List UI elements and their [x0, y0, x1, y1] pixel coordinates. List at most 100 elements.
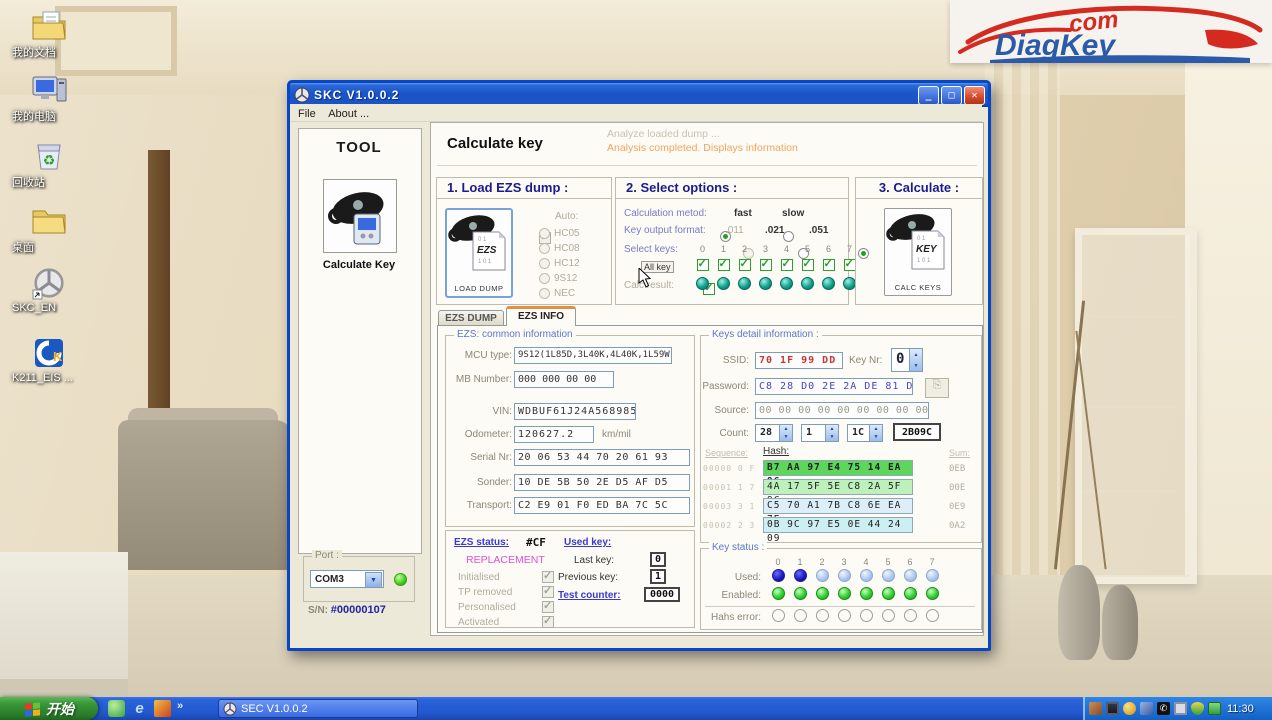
source-field[interactable]: 00 00 00 00 00 00 00 00 00	[755, 402, 929, 419]
key-checkbox-6[interactable]	[822, 257, 835, 271]
vin-label: VIN:	[492, 406, 512, 417]
key-checkboxes-row	[692, 257, 860, 271]
window-tray-icon[interactable]	[1174, 702, 1187, 715]
odometer-field[interactable]: 120627.2	[514, 426, 594, 443]
key-checkbox-5[interactable]	[801, 257, 814, 271]
sn-value: #00000107	[330, 604, 386, 616]
recycle-bin-icon: ♻	[12, 138, 86, 172]
spinner-arrows-icon[interactable]: ▲ ▼	[825, 425, 838, 441]
app-shortcut-icon[interactable]	[154, 700, 171, 717]
key-checkbox-3[interactable]	[759, 257, 772, 271]
mcu-option-hc08[interactable]: HC08	[539, 243, 580, 254]
desktop-icon-label: 回收站	[12, 177, 45, 189]
key-checkbox-2[interactable]	[738, 257, 751, 271]
used-led-6	[903, 569, 917, 582]
mcu-option-hc05[interactable]: HC05	[539, 228, 580, 239]
calculate-key-tool-button[interactable]	[323, 179, 397, 253]
key-checkbox-1[interactable]	[717, 257, 730, 271]
key-nr-spinner[interactable]: 0 ▲ ▼	[891, 348, 923, 372]
media-player-icon[interactable]	[108, 700, 125, 717]
desktop-icon-my-computer[interactable]: 我的电脑	[12, 72, 86, 123]
spinner-arrows-icon[interactable]: ▲ ▼	[869, 425, 882, 441]
calc-result-led-2	[738, 277, 751, 290]
key-status-number: 2	[819, 557, 825, 567]
minimize-button[interactable]: _	[918, 85, 939, 105]
desktop-icon-folder[interactable]: 桌面	[12, 203, 86, 254]
background-coffee-table	[0, 552, 128, 697]
paint-tray-icon[interactable]	[1089, 702, 1102, 715]
quick-launch-overflow-chevron[interactable]: »	[177, 700, 183, 717]
desktop-icon-my-documents[interactable]: 我的文档	[12, 8, 86, 59]
select-options-group: 2. Select options : Calculation metod: f…	[615, 177, 869, 305]
mcu-type-field[interactable]: 9S12(1L85D,3L40K,4L40K,1L59W,	[514, 347, 672, 364]
mb-number-field[interactable]: 000 000 00 00	[514, 371, 614, 388]
used-led-4	[859, 569, 873, 582]
serial-field[interactable]: 20 06 53 44 70 20 61 93	[514, 449, 690, 466]
battery-tray-icon[interactable]	[1208, 702, 1221, 715]
slow-radio[interactable]	[783, 231, 795, 242]
tab-ezs-info[interactable]: EZS INFO	[506, 306, 576, 326]
mcu-option-hc12[interactable]: HC12	[539, 258, 580, 269]
desktop-icon-k211-eis[interactable]: K K211_EIS ...	[12, 336, 86, 384]
desktop-icon-recycle-bin[interactable]: ♻ 回收站	[12, 138, 86, 189]
hash-row-value: B7 AA 97 E4 75 14 EA 96	[763, 460, 913, 487]
port-group: Port : COM3 ▼	[303, 550, 415, 602]
key-status-number: 3	[841, 557, 847, 567]
ezs-status-checkbox[interactable]	[542, 614, 554, 628]
serial-label: Serial Nr:	[470, 452, 512, 463]
load-dump-button[interactable]: 0 1 EZS 1 0 1 LOAD DUMP	[445, 208, 513, 298]
menu-file[interactable]: File	[298, 108, 316, 120]
chevron-down-icon[interactable]: ▼	[365, 572, 382, 588]
enabled-led-3	[837, 587, 851, 600]
menu-about[interactable]: About ...	[328, 108, 369, 120]
display-tray-icon[interactable]	[1106, 702, 1119, 715]
count-spinner-2[interactable]: 1 ▲ ▼	[801, 424, 839, 442]
key-status-number: 6	[907, 557, 913, 567]
phone-tray-icon[interactable]: ✆	[1157, 702, 1170, 715]
odometer-unit: km/mil	[602, 429, 631, 440]
keys-detail-title: Keys detail information :	[709, 329, 822, 340]
spinner-arrows-icon[interactable]: ▲ ▼	[909, 349, 922, 371]
hash-row-sequence: 00000 0 F	[703, 464, 756, 473]
used-key-link[interactable]: Used key:	[564, 537, 611, 548]
key-checkbox-4[interactable]	[780, 257, 793, 271]
ezs-status-checkbox[interactable]	[542, 569, 554, 583]
tab-ezs-dump[interactable]: EZS DUMP	[438, 310, 504, 326]
ssid-field[interactable]: 70 1F 99 DD	[755, 352, 843, 369]
transport-field[interactable]: C2 E9 01 F0 ED BA 7C 5C	[514, 497, 690, 514]
count-spinner-1[interactable]: 28 ▲ ▼	[755, 424, 793, 442]
calc-keys-button[interactable]: 0 1 KEY 1 0 1 CALC KEYS	[884, 208, 952, 296]
ezs-status-checkbox[interactable]	[542, 584, 554, 598]
ezs-status-link[interactable]: EZS status:	[454, 537, 509, 548]
maximize-button[interactable]: □	[941, 85, 962, 105]
window-titlebar[interactable]: SKC V1.0.0.2 _ □ ✕	[287, 80, 991, 107]
taskbar-task-skc[interactable]: SEC V1.0.0.2	[218, 699, 418, 718]
test-counter-link[interactable]: Test counter:	[558, 590, 621, 601]
key-checkbox-0[interactable]	[696, 257, 709, 271]
ezs-status-group: EZS status: #CF REPLACEMENT Initialised T…	[445, 530, 695, 628]
sonder-field[interactable]: 10 DE 5B 50 2E D5 AF D5	[514, 474, 690, 491]
mb-number-label: MB Number:	[455, 374, 512, 385]
key-status-group: Key status : 0 1 2 3 4 5 6 7 Used: Enabled: Hah…	[700, 542, 982, 630]
gear-tray-icon[interactable]	[1140, 702, 1153, 715]
com-port-select[interactable]: COM3 ▼	[310, 570, 384, 588]
mcu-option-label: HC12	[554, 258, 580, 269]
key-checkbox-7[interactable]	[843, 257, 856, 271]
key-tray-icon[interactable]	[1123, 702, 1136, 715]
mcu-option-9s12[interactable]: 9S12	[539, 273, 580, 284]
start-button[interactable]: 开始	[0, 697, 98, 720]
desktop-icon-skc-en[interactable]: SKC_EN	[12, 266, 86, 314]
password-field[interactable]: C8 28 D0 2E 2A DE 81 D2	[755, 378, 913, 395]
close-button[interactable]: ✕	[964, 85, 985, 105]
ezs-status-checkbox[interactable]	[542, 599, 554, 613]
spinner-arrows-icon[interactable]: ▲ ▼	[779, 425, 792, 441]
hash-header: Hash:	[763, 446, 790, 457]
copy-password-button[interactable]: ⎘	[925, 378, 949, 398]
load-dump-caption: LOAD DUMP	[454, 284, 504, 293]
internet-explorer-icon[interactable]: e	[131, 700, 148, 717]
vin-field[interactable]: WDBUF61J24A568985	[514, 403, 636, 420]
mcu-option-nec[interactable]: NEC	[539, 288, 580, 299]
count-spinner-3[interactable]: 1C ▲ ▼	[847, 424, 883, 442]
shield-tray-icon[interactable]	[1191, 702, 1204, 715]
calc-keys-caption: CALC KEYS	[894, 283, 942, 292]
